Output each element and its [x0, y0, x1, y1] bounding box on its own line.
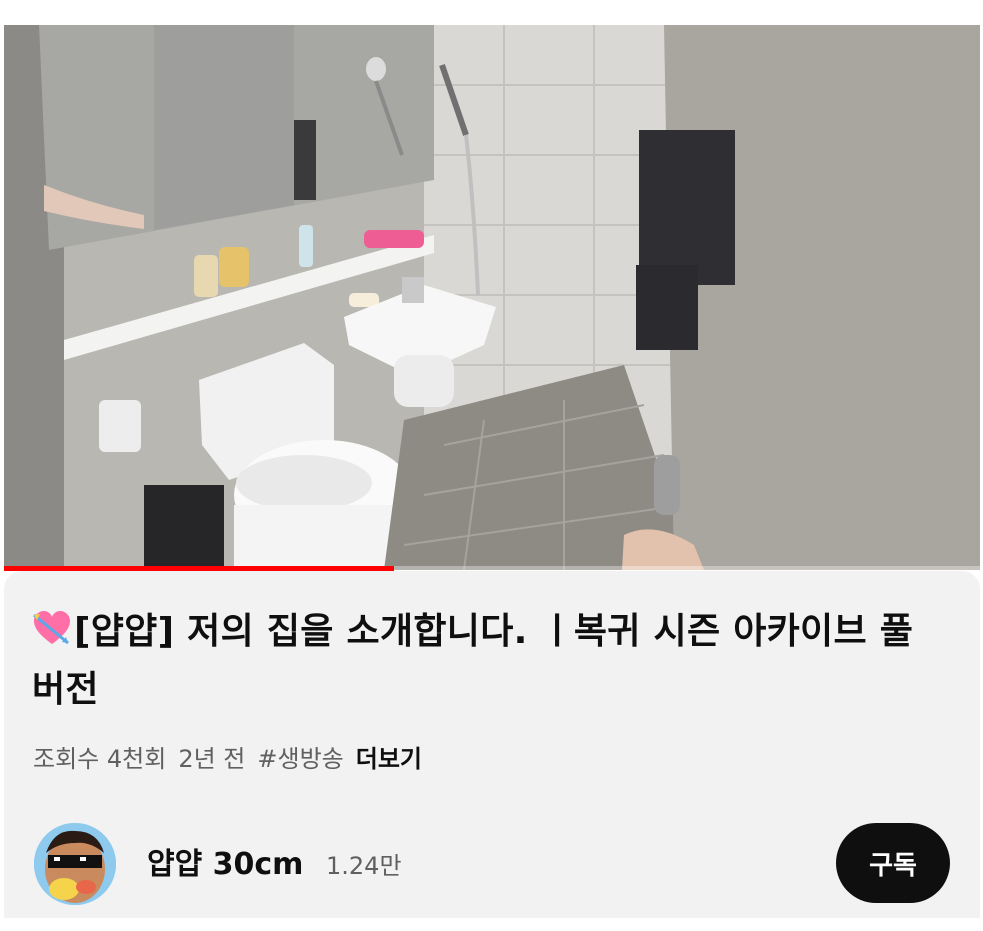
channel-row: 얍얍 30cm 1.24만 구독	[4, 819, 980, 909]
video-player[interactable]	[4, 25, 980, 570]
video-title-text: [얍얍] 저의 집을 소개합니다. ㅣ복귀 시즌 아카이브 풀버전	[32, 611, 914, 710]
hashtag-link[interactable]: #생방송	[257, 745, 343, 773]
video-watch-screen: [얍얍] 저의 집을 소개합니다. ㅣ복귀 시즌 아카이브 풀버전 조회수 4천…	[0, 0, 983, 931]
channel-avatar[interactable]	[34, 823, 116, 905]
more-link[interactable]: 더보기	[356, 745, 422, 773]
channel-name[interactable]: 얍얍 30cm	[147, 845, 303, 885]
heart-with-arrow-icon	[33, 611, 70, 645]
video-frame-bathroom	[4, 25, 980, 570]
view-count: 조회수 4천회	[33, 745, 167, 773]
video-info-panel: [얍얍] 저의 집을 소개합니다. ㅣ복귀 시즌 아카이브 풀버전 조회수 4천…	[4, 571, 980, 918]
sunglasses-avatar-icon	[34, 823, 116, 905]
upload-age: 2년 전	[178, 745, 246, 773]
subscribe-button[interactable]: 구독	[836, 823, 950, 903]
video-meta: 조회수 4천회 2년 전 #생방송 더보기	[33, 743, 422, 775]
subscriber-count: 1.24만	[326, 852, 402, 880]
video-title[interactable]: [얍얍] 저의 집을 소개합니다. ㅣ복귀 시즌 아카이브 풀버전	[32, 603, 932, 719]
